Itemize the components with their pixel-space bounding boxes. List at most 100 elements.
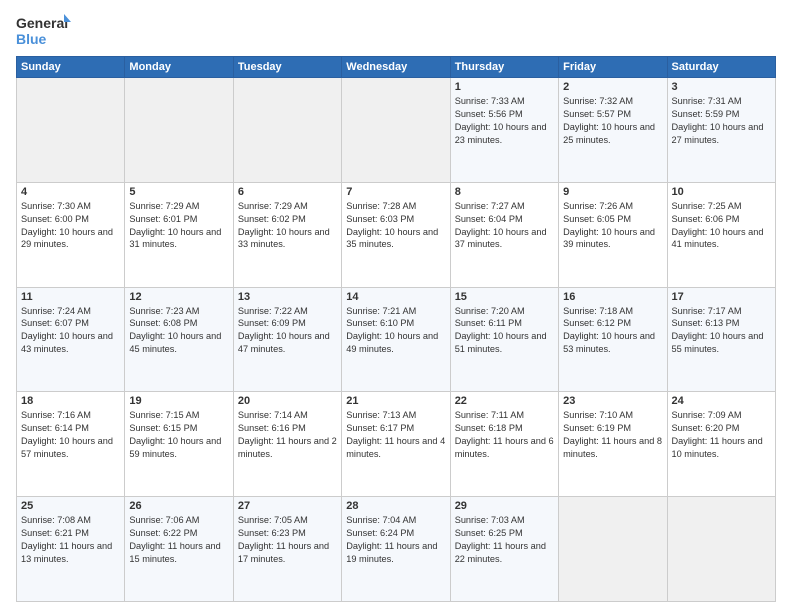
daylight: Daylight: 10 hours and 53 minutes.: [563, 330, 662, 356]
day-info: Sunrise: 7:20 AM Sunset: 6:11 PM Dayligh…: [455, 305, 554, 357]
day-number: 9: [563, 186, 662, 198]
sunrise: Sunrise: 7:08 AM: [21, 514, 120, 527]
day-info: Sunrise: 7:21 AM Sunset: 6:10 PM Dayligh…: [346, 305, 445, 357]
sunrise: Sunrise: 7:14 AM: [238, 409, 337, 422]
day-cell: [233, 78, 341, 183]
daylight: Daylight: 11 hours and 13 minutes.: [21, 540, 120, 566]
day-info: Sunrise: 7:14 AM Sunset: 6:16 PM Dayligh…: [238, 409, 337, 461]
sunrise: Sunrise: 7:23 AM: [129, 305, 228, 318]
sunrise: Sunrise: 7:27 AM: [455, 200, 554, 213]
day-cell: 22 Sunrise: 7:11 AM Sunset: 6:18 PM Dayl…: [450, 392, 558, 497]
day-number: 27: [238, 500, 337, 512]
header-cell-monday: Monday: [125, 57, 233, 78]
sunrise: Sunrise: 7:15 AM: [129, 409, 228, 422]
day-cell: 27 Sunrise: 7:05 AM Sunset: 6:23 PM Dayl…: [233, 497, 341, 602]
day-cell: [342, 78, 450, 183]
day-number: 7: [346, 186, 445, 198]
day-cell: 1 Sunrise: 7:33 AM Sunset: 5:56 PM Dayli…: [450, 78, 558, 183]
sunset: Sunset: 6:12 PM: [563, 317, 662, 330]
sunset: Sunset: 6:13 PM: [672, 317, 771, 330]
day-number: 20: [238, 395, 337, 407]
day-info: Sunrise: 7:29 AM Sunset: 6:02 PM Dayligh…: [238, 200, 337, 252]
sunset: Sunset: 6:01 PM: [129, 213, 228, 226]
sunset: Sunset: 5:56 PM: [455, 108, 554, 121]
day-number: 4: [21, 186, 120, 198]
sunset: Sunset: 6:04 PM: [455, 213, 554, 226]
daylight: Daylight: 10 hours and 35 minutes.: [346, 226, 445, 252]
daylight: Daylight: 10 hours and 37 minutes.: [455, 226, 554, 252]
calendar-body: 1 Sunrise: 7:33 AM Sunset: 5:56 PM Dayli…: [17, 78, 776, 602]
sunset: Sunset: 6:00 PM: [21, 213, 120, 226]
day-number: 10: [672, 186, 771, 198]
daylight: Daylight: 10 hours and 27 minutes.: [672, 121, 771, 147]
day-info: Sunrise: 7:22 AM Sunset: 6:09 PM Dayligh…: [238, 305, 337, 357]
sunrise: Sunrise: 7:26 AM: [563, 200, 662, 213]
header-row: SundayMondayTuesdayWednesdayThursdayFrid…: [17, 57, 776, 78]
calendar-header: SundayMondayTuesdayWednesdayThursdayFrid…: [17, 57, 776, 78]
sunset: Sunset: 5:57 PM: [563, 108, 662, 121]
day-number: 21: [346, 395, 445, 407]
day-info: Sunrise: 7:04 AM Sunset: 6:24 PM Dayligh…: [346, 514, 445, 566]
day-number: 22: [455, 395, 554, 407]
day-number: 12: [129, 291, 228, 303]
sunset: Sunset: 6:05 PM: [563, 213, 662, 226]
day-number: 29: [455, 500, 554, 512]
day-number: 17: [672, 291, 771, 303]
sunrise: Sunrise: 7:31 AM: [672, 95, 771, 108]
day-cell: 6 Sunrise: 7:29 AM Sunset: 6:02 PM Dayli…: [233, 182, 341, 287]
day-number: 5: [129, 186, 228, 198]
daylight: Daylight: 10 hours and 25 minutes.: [563, 121, 662, 147]
day-cell: 26 Sunrise: 7:06 AM Sunset: 6:22 PM Dayl…: [125, 497, 233, 602]
sunset: Sunset: 6:19 PM: [563, 422, 662, 435]
day-number: 11: [21, 291, 120, 303]
day-number: 3: [672, 81, 771, 93]
sunrise: Sunrise: 7:10 AM: [563, 409, 662, 422]
daylight: Daylight: 10 hours and 49 minutes.: [346, 330, 445, 356]
day-cell: 12 Sunrise: 7:23 AM Sunset: 6:08 PM Dayl…: [125, 287, 233, 392]
day-info: Sunrise: 7:06 AM Sunset: 6:22 PM Dayligh…: [129, 514, 228, 566]
day-info: Sunrise: 7:30 AM Sunset: 6:00 PM Dayligh…: [21, 200, 120, 252]
header-cell-thursday: Thursday: [450, 57, 558, 78]
daylight: Daylight: 11 hours and 8 minutes.: [563, 435, 662, 461]
day-info: Sunrise: 7:05 AM Sunset: 6:23 PM Dayligh…: [238, 514, 337, 566]
sunrise: Sunrise: 7:25 AM: [672, 200, 771, 213]
daylight: Daylight: 10 hours and 59 minutes.: [129, 435, 228, 461]
day-cell: 24 Sunrise: 7:09 AM Sunset: 6:20 PM Dayl…: [667, 392, 775, 497]
day-cell: 10 Sunrise: 7:25 AM Sunset: 6:06 PM Dayl…: [667, 182, 775, 287]
day-info: Sunrise: 7:03 AM Sunset: 6:25 PM Dayligh…: [455, 514, 554, 566]
day-info: Sunrise: 7:32 AM Sunset: 5:57 PM Dayligh…: [563, 95, 662, 147]
sunrise: Sunrise: 7:29 AM: [238, 200, 337, 213]
header-cell-sunday: Sunday: [17, 57, 125, 78]
day-info: Sunrise: 7:09 AM Sunset: 6:20 PM Dayligh…: [672, 409, 771, 461]
sunrise: Sunrise: 7:04 AM: [346, 514, 445, 527]
day-number: 14: [346, 291, 445, 303]
sunset: Sunset: 6:24 PM: [346, 527, 445, 540]
sunrise: Sunrise: 7:03 AM: [455, 514, 554, 527]
day-cell: [559, 497, 667, 602]
day-info: Sunrise: 7:26 AM Sunset: 6:05 PM Dayligh…: [563, 200, 662, 252]
week-row-4: 18 Sunrise: 7:16 AM Sunset: 6:14 PM Dayl…: [17, 392, 776, 497]
day-info: Sunrise: 7:16 AM Sunset: 6:14 PM Dayligh…: [21, 409, 120, 461]
day-number: 18: [21, 395, 120, 407]
day-number: 23: [563, 395, 662, 407]
week-row-5: 25 Sunrise: 7:08 AM Sunset: 6:21 PM Dayl…: [17, 497, 776, 602]
daylight: Daylight: 10 hours and 41 minutes.: [672, 226, 771, 252]
sunset: Sunset: 6:22 PM: [129, 527, 228, 540]
sunset: Sunset: 6:16 PM: [238, 422, 337, 435]
sunset: Sunset: 6:21 PM: [21, 527, 120, 540]
sunrise: Sunrise: 7:21 AM: [346, 305, 445, 318]
day-cell: 7 Sunrise: 7:28 AM Sunset: 6:03 PM Dayli…: [342, 182, 450, 287]
day-cell: 2 Sunrise: 7:32 AM Sunset: 5:57 PM Dayli…: [559, 78, 667, 183]
header-cell-saturday: Saturday: [667, 57, 775, 78]
daylight: Daylight: 11 hours and 10 minutes.: [672, 435, 771, 461]
sunrise: Sunrise: 7:20 AM: [455, 305, 554, 318]
day-cell: 20 Sunrise: 7:14 AM Sunset: 6:16 PM Dayl…: [233, 392, 341, 497]
day-cell: 9 Sunrise: 7:26 AM Sunset: 6:05 PM Dayli…: [559, 182, 667, 287]
sunrise: Sunrise: 7:16 AM: [21, 409, 120, 422]
day-number: 19: [129, 395, 228, 407]
daylight: Daylight: 10 hours and 39 minutes.: [563, 226, 662, 252]
sunrise: Sunrise: 7:05 AM: [238, 514, 337, 527]
sunset: Sunset: 6:18 PM: [455, 422, 554, 435]
daylight: Daylight: 10 hours and 47 minutes.: [238, 330, 337, 356]
day-cell: 11 Sunrise: 7:24 AM Sunset: 6:07 PM Dayl…: [17, 287, 125, 392]
